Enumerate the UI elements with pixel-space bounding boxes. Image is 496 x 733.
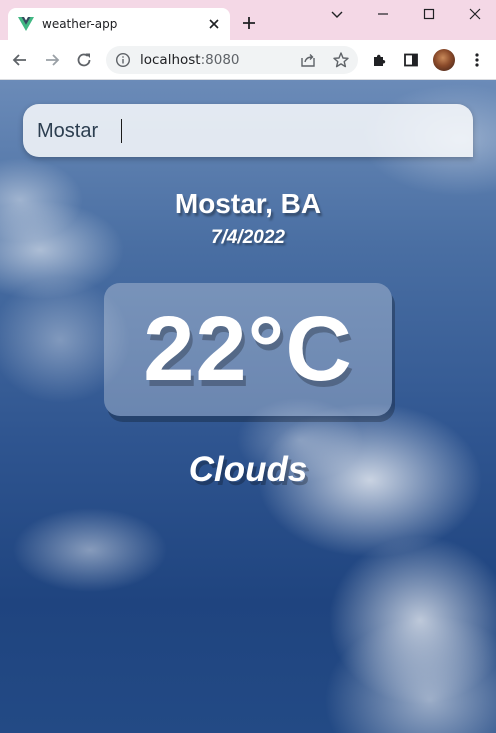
share-icon[interactable] — [300, 52, 316, 68]
url-host: localhost — [140, 52, 201, 68]
tab-title: weather-app — [42, 17, 118, 31]
kebab-menu-icon[interactable] — [468, 51, 486, 69]
url-text: localhost:8080 — [140, 52, 240, 68]
address-bar[interactable]: localhost:8080 — [106, 46, 358, 74]
profile-avatar[interactable] — [433, 49, 455, 71]
maximize-icon[interactable] — [421, 6, 437, 22]
date-label: 7/4/2022 — [211, 227, 285, 248]
close-tab-icon[interactable] — [206, 16, 222, 32]
side-panel-icon[interactable] — [402, 51, 420, 69]
text-caret — [121, 119, 122, 143]
back-arrow-icon[interactable] — [11, 51, 29, 69]
tab-weather-app[interactable]: weather-app — [8, 8, 230, 40]
temperature-box: 22°C — [104, 283, 392, 416]
browser-window: weather-app localhost:8080 Mostar Mostar… — [0, 0, 496, 733]
url-port: :8080 — [200, 52, 240, 68]
location-title: Mostar, BA — [174, 188, 322, 219]
weather-condition: Clouds — [188, 450, 308, 489]
search-input[interactable] — [37, 118, 437, 144]
weather-app-page: Mostar, BA 7/4/2022 22°C Clouds — [0, 80, 496, 733]
bookmark-star-icon[interactable] — [332, 51, 350, 69]
info-icon[interactable] — [115, 52, 131, 68]
forward-arrow-icon[interactable] — [43, 51, 61, 69]
close-window-icon[interactable] — [467, 6, 483, 22]
tab-strip: weather-app — [0, 0, 496, 40]
temperature-value: 22°C — [143, 298, 353, 400]
minimize-icon[interactable] — [375, 6, 391, 22]
browser-toolbar: localhost:8080 — [0, 40, 496, 80]
search-bar[interactable] — [23, 104, 473, 157]
extensions-puzzle-icon[interactable] — [371, 51, 389, 69]
vue-logo-icon — [18, 17, 34, 31]
reload-icon[interactable] — [75, 51, 93, 69]
new-tab-icon[interactable] — [240, 14, 258, 32]
chevron-down-icon[interactable] — [329, 6, 345, 22]
